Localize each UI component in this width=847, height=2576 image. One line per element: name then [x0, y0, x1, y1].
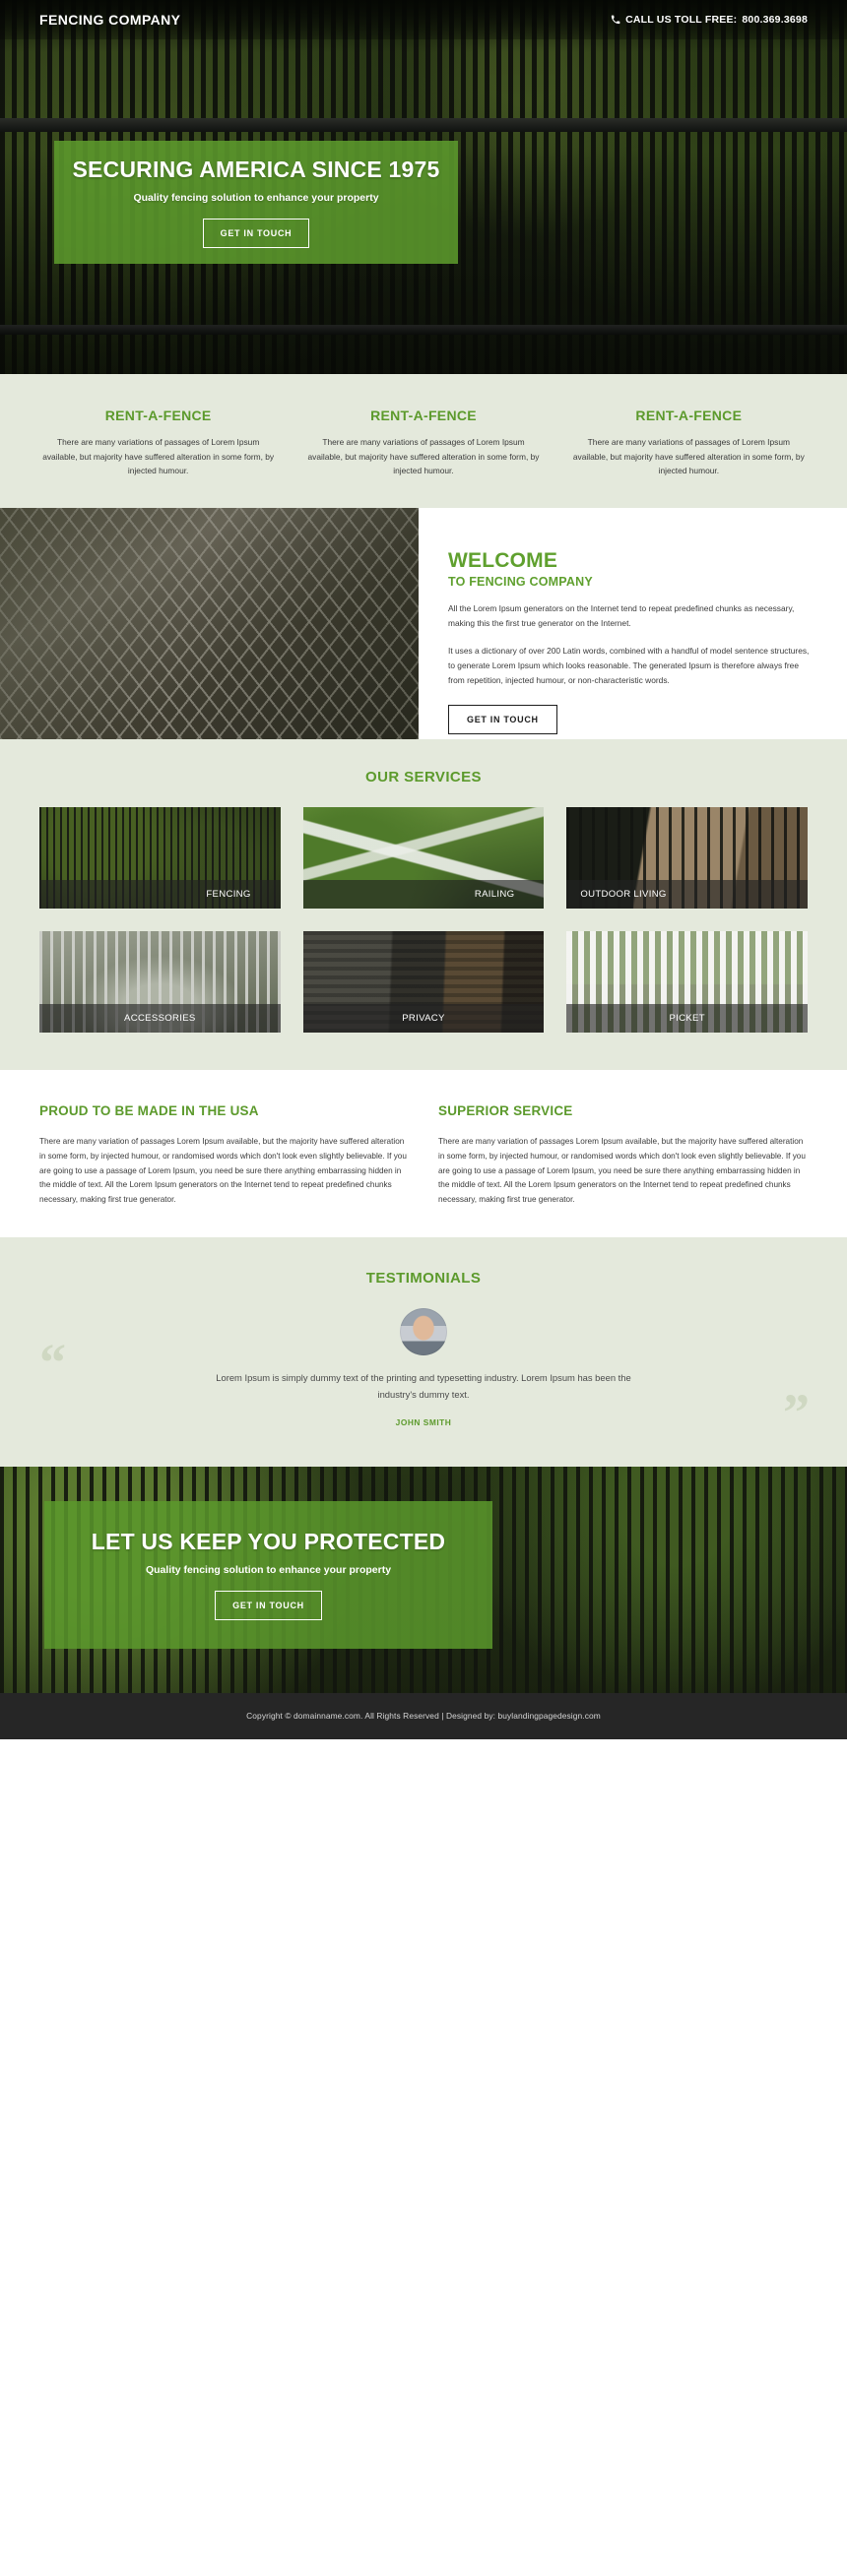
- hero-section: FENCING COMPANY CALL US TOLL FREE: 800.3…: [0, 0, 847, 374]
- quote-open-icon: “: [39, 1332, 66, 1392]
- testimonial-quote: Lorem Ipsum is simply dummy text of the …: [216, 1371, 631, 1401]
- welcome-paragraph-1: All the Lorem Ipsum generators on the In…: [448, 603, 795, 629]
- footer-copyright: Copyright © domainname.com. All Rights R…: [246, 1711, 601, 1722]
- welcome-get-in-touch-button[interactable]: GET IN TOUCH: [448, 704, 557, 734]
- hero-title: SECURING AMERICA SINCE 1975: [72, 157, 440, 182]
- welcome-subheading: TO FENCING COMPANY: [448, 575, 593, 590]
- phone-label: CALL US TOLL FREE:: [625, 14, 738, 26]
- about-column-title: SUPERIOR SERVICE: [438, 1103, 573, 1119]
- service-label: FENCING: [39, 880, 281, 910]
- feature-text: There are many variations of passages of…: [572, 437, 805, 476]
- service-label: RAILING: [302, 880, 545, 910]
- about-columns-section: PROUD TO BE MADE IN THE USA There are ma…: [0, 1070, 847, 1237]
- hero-get-in-touch-button[interactable]: GET IN TOUCH: [202, 219, 310, 248]
- service-card-privacy[interactable]: PRIVACY: [302, 931, 545, 1034]
- welcome-chainlink-image: [0, 508, 419, 740]
- quote-close-icon: ”: [783, 1382, 810, 1442]
- phone-number: 800.369.3698: [742, 14, 808, 26]
- service-card-railing[interactable]: RAILING: [302, 807, 545, 910]
- services-title: OUR SERVICES: [365, 769, 482, 786]
- feature-card: RENT-A-FENCE There are many variations o…: [570, 408, 808, 478]
- services-grid: FENCING RAILING OUTDOOR LIVING ACCESSORI…: [39, 807, 808, 1034]
- about-column-text: There are many variation of passages Lor…: [39, 1137, 407, 1205]
- cta-get-in-touch-button[interactable]: GET IN TOUCH: [215, 1591, 322, 1621]
- service-card-outdoor-living[interactable]: OUTDOOR LIVING: [566, 807, 808, 910]
- service-label: PRIVACY: [302, 1004, 545, 1034]
- avatar: [400, 1307, 447, 1355]
- cta-section: LET US KEEP YOU PROTECTED Quality fencin…: [0, 1466, 847, 1693]
- welcome-heading: WELCOME: [448, 549, 558, 573]
- service-card-picket[interactable]: PICKET: [566, 931, 808, 1034]
- feature-text: There are many variations of passages of…: [42, 437, 275, 476]
- service-card-accessories[interactable]: ACCESSORIES: [39, 931, 281, 1034]
- hero-subtitle: Quality fencing solution to enhance your…: [133, 192, 379, 204]
- about-column-usa: PROUD TO BE MADE IN THE USA There are ma…: [39, 1103, 409, 1208]
- landing-page: FENCING COMPANY CALL US TOLL FREE: 800.3…: [0, 0, 847, 1739]
- service-label: ACCESSORIES: [39, 1004, 281, 1034]
- service-card-fencing[interactable]: FENCING: [39, 807, 281, 910]
- feature-title: RENT-A-FENCE: [370, 408, 477, 423]
- site-logo[interactable]: FENCING COMPANY: [39, 12, 180, 28]
- welcome-content: WELCOME TO FENCING COMPANY All the Lorem…: [419, 508, 847, 739]
- feature-card: RENT-A-FENCE There are many variations o…: [39, 408, 277, 478]
- features-section: RENT-A-FENCE There are many variations o…: [0, 374, 847, 509]
- cta-title: LET US KEEP YOU PROTECTED: [91, 1529, 446, 1555]
- about-column-service: SUPERIOR SERVICE There are many variatio…: [438, 1103, 808, 1208]
- fence-rail-decor-lower: [0, 325, 847, 335]
- footer: Copyright © domainname.com. All Rights R…: [0, 1692, 847, 1739]
- services-section: OUR SERVICES FENCING RAILING OUTDOOR LIV…: [0, 739, 847, 1071]
- cta-subtitle: Quality fencing solution to enhance your…: [145, 1564, 392, 1577]
- about-column-text: There are many variation of passages Lor…: [438, 1137, 806, 1205]
- feature-title: RENT-A-FENCE: [104, 408, 212, 423]
- testimonial-author: JOHN SMITH: [395, 1416, 452, 1427]
- testimonials-title: TESTIMONIALS: [365, 1269, 482, 1287]
- about-column-title: PROUD TO BE MADE IN THE USA: [39, 1103, 259, 1119]
- testimonials-section: TESTIMONIALS “ ” Lorem Ipsum is simply d…: [0, 1236, 847, 1467]
- feature-card: RENT-A-FENCE There are many variations o…: [304, 408, 542, 478]
- welcome-section: WELCOME TO FENCING COMPANY All the Lorem…: [0, 508, 847, 740]
- top-navigation-bar: FENCING COMPANY CALL US TOLL FREE: 800.3…: [0, 0, 847, 39]
- service-label: OUTDOOR LIVING: [566, 880, 808, 910]
- service-label: PICKET: [566, 1004, 808, 1034]
- toll-free-phone[interactable]: CALL US TOLL FREE: 800.369.3698: [611, 14, 808, 26]
- feature-title: RENT-A-FENCE: [635, 408, 743, 423]
- phone-icon: [611, 15, 620, 25]
- hero-panel: SECURING AMERICA SINCE 1975 Quality fenc…: [54, 141, 458, 264]
- feature-text: There are many variations of passages of…: [307, 437, 540, 476]
- cta-panel: LET US KEEP YOU PROTECTED Quality fencin…: [44, 1500, 492, 1649]
- welcome-paragraph-2: It uses a dictionary of over 200 Latin w…: [448, 646, 810, 685]
- fence-rail-decor: [0, 118, 847, 132]
